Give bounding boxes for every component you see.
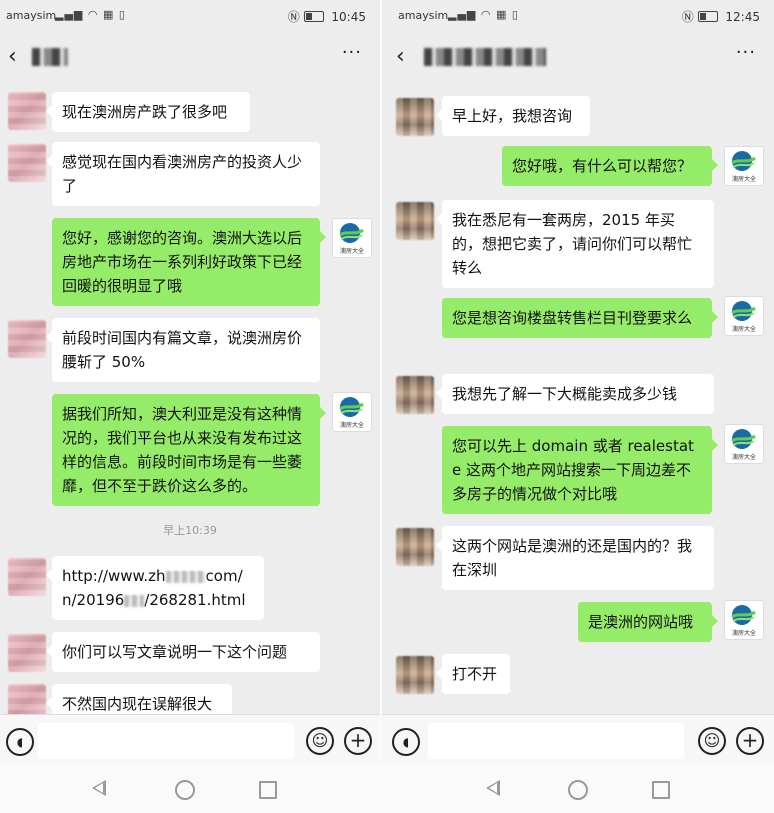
- agent-avatar[interactable]: 澳房大全: [724, 146, 764, 186]
- nav-home-icon[interactable]: [568, 780, 588, 800]
- android-nav-bar: [0, 766, 380, 813]
- globe-logo-icon: [731, 429, 756, 449]
- link-part: /268281.html: [144, 591, 246, 609]
- globe-logo-icon: [339, 397, 364, 417]
- back-icon[interactable]: ‹: [8, 44, 17, 69]
- emoji-icon[interactable]: ☺: [698, 727, 726, 755]
- voice-icon[interactable]: ◖: [6, 728, 34, 756]
- nav-recents-icon[interactable]: [259, 781, 277, 799]
- clock: 12:45: [725, 10, 760, 24]
- signal-wifi-icon: ▂▄▆ ◠ ▦ ▯: [55, 8, 126, 21]
- timestamp: 早上10:39: [163, 524, 217, 537]
- contact-avatar[interactable]: [396, 376, 434, 414]
- message-bubble-outgoing: 您可以先上 domain 或者 realestate 这两个地产网站搜索一下周边…: [442, 426, 718, 514]
- redacted-text: [124, 594, 145, 607]
- agent-avatar[interactable]: 澳房大全: [332, 218, 372, 258]
- nav-back-icon[interactable]: [486, 780, 500, 796]
- message-bubble-incoming: 现在澳洲房产跌了很多吧: [46, 92, 250, 132]
- message-bubble-incoming: 早上好，我想咨询: [436, 96, 590, 136]
- message-bubble-outgoing: 据我们所知，澳大利亚是没有这种情况的，我们平台也从来没有发布过这样的信息。前段时…: [52, 394, 326, 506]
- nav-back-icon[interactable]: [92, 780, 106, 796]
- message-input[interactable]: [428, 723, 684, 759]
- status-right: Ⓝ 12:45: [682, 8, 760, 25]
- globe-logo-icon: [731, 151, 756, 171]
- input-bar: ◖ ☺ +: [382, 714, 774, 767]
- agent-avatar[interactable]: 澳房大全: [724, 424, 764, 464]
- input-bar: ◖ ☺ +: [0, 714, 380, 767]
- carrier-label: amaysim: [6, 9, 57, 22]
- contact-avatar[interactable]: [8, 320, 46, 358]
- message-bubble-incoming: 打不开: [436, 654, 510, 694]
- more-options-button[interactable]: ···: [736, 42, 756, 63]
- nav-recents-icon[interactable]: [652, 781, 670, 799]
- signal-wifi-icon: ▂▄▆ ◠ ▦ ▯: [448, 8, 519, 21]
- right-chat-screen: amaysim ▂▄▆ ◠ ▦ ▯ Ⓝ 12:45 ‹ ··· 早上好，我想咨询…: [382, 0, 774, 813]
- battery-icon: [303, 11, 324, 22]
- contact-avatar[interactable]: [8, 634, 46, 672]
- voice-icon[interactable]: ◖: [392, 728, 420, 756]
- emoji-icon[interactable]: ☺: [306, 727, 334, 755]
- agent-avatar[interactable]: 澳房大全: [724, 600, 764, 640]
- contact-avatar[interactable]: [396, 98, 434, 136]
- more-options-button[interactable]: ···: [342, 42, 362, 63]
- message-bubble-incoming: 前段时间国内有篇文章，说澳洲房价腰斩了 50%: [46, 318, 320, 382]
- nav-home-icon[interactable]: [175, 780, 195, 800]
- message-bubble-outgoing: 您是想咨询楼盘转售栏目刊登要求么: [442, 298, 718, 338]
- clock: 10:45: [331, 10, 366, 24]
- plus-icon[interactable]: +: [736, 727, 764, 755]
- link-part: http://www.zh: [62, 567, 166, 585]
- status-bar: amaysim ▂▄▆ ◠ ▦ ▯ Ⓝ 12:45: [382, 0, 774, 32]
- contact-avatar[interactable]: [8, 144, 46, 182]
- nfc-icon: Ⓝ: [287, 10, 300, 24]
- link-part: n/20196: [62, 591, 125, 609]
- contact-avatar[interactable]: [396, 202, 434, 240]
- globe-logo-icon: [731, 605, 756, 625]
- globe-logo-icon: [731, 301, 756, 321]
- message-bubble-incoming: 你们可以写文章说明一下这个问题: [46, 632, 320, 672]
- message-bubble-incoming: 我在悉尼有一套两房，2015 年买的，想把它卖了，请问你们可以帮忙转么: [436, 200, 714, 288]
- message-bubble-outgoing: 您好，感谢您的咨询。澳洲大选以后房地产市场在一系列利好政策下已经回暖的很明显了哦: [52, 218, 326, 306]
- chat-header: ‹ ···: [0, 32, 380, 80]
- globe-logo-icon: [339, 223, 364, 243]
- message-bubble-outgoing: 是澳洲的网站哦: [578, 602, 718, 642]
- contact-name-blurred: [32, 48, 68, 66]
- logo-text: 澳房大全: [731, 630, 756, 637]
- redacted-text: [165, 570, 206, 583]
- contact-avatar[interactable]: [396, 656, 434, 694]
- contact-avatar[interactable]: [396, 528, 434, 566]
- chat-header: ‹ ···: [382, 32, 774, 80]
- contact-avatar[interactable]: [8, 92, 46, 130]
- carrier-label: amaysim: [398, 9, 449, 22]
- message-input[interactable]: [38, 723, 294, 759]
- message-bubble-incoming: 我想先了解一下大概能卖成多少钱: [436, 374, 714, 414]
- status-bar: amaysim ▂▄▆ ◠ ▦ ▯ Ⓝ 10:45: [0, 0, 380, 32]
- contact-name-blurred: [424, 48, 546, 66]
- android-nav-bar: [382, 766, 774, 813]
- logo-text: 澳房大全: [731, 454, 756, 461]
- message-bubble-incoming: 感觉现在国内看澳洲房产的投资人少了: [46, 142, 320, 206]
- logo-text: 澳房大全: [339, 422, 364, 429]
- status-right: Ⓝ 10:45: [288, 8, 366, 25]
- logo-text: 澳房大全: [339, 248, 364, 255]
- agent-avatar[interactable]: 澳房大全: [724, 296, 764, 336]
- contact-avatar[interactable]: [8, 558, 46, 596]
- logo-text: 澳房大全: [731, 326, 756, 333]
- message-bubble-incoming: 这两个网站是澳洲的还是国内的？我在深圳: [436, 526, 714, 590]
- message-bubble-outgoing: 您好哦，有什么可以帮您？: [502, 146, 718, 186]
- back-icon[interactable]: ‹: [396, 44, 405, 69]
- agent-avatar[interactable]: 澳房大全: [332, 392, 372, 432]
- battery-icon: [697, 11, 718, 22]
- plus-icon[interactable]: +: [344, 727, 372, 755]
- link-part: com/: [205, 567, 243, 585]
- left-chat-screen: amaysim ▂▄▆ ◠ ▦ ▯ Ⓝ 10:45 ‹ ··· 现在澳洲房产跌了…: [0, 0, 380, 813]
- logo-text: 澳房大全: [731, 176, 756, 183]
- nfc-icon: Ⓝ: [681, 10, 694, 24]
- link-message-bubble[interactable]: http://www.zh com/ n/20196/268281.html: [46, 556, 264, 620]
